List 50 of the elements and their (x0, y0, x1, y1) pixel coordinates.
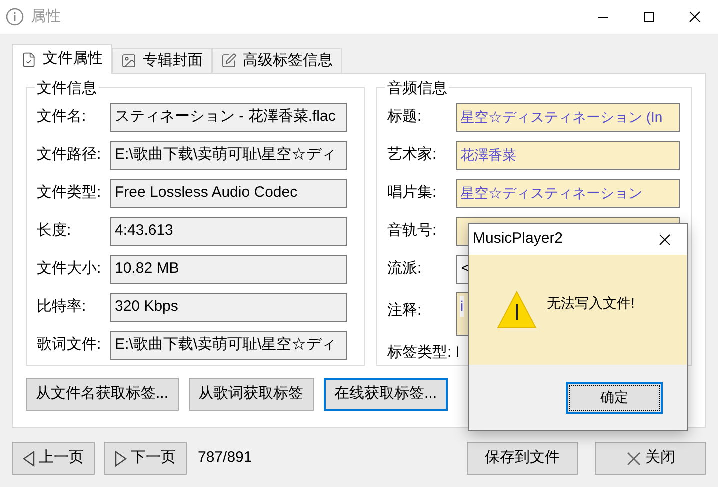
field-label: 唱片集: (386, 182, 438, 203)
read-only-field[interactable]: E:\歌曲下载\卖萌可耻\星空☆ディ (110, 140, 347, 170)
field-label: 文件大小: (36, 258, 102, 279)
action-button[interactable]: 从歌词获取标签 (188, 378, 314, 411)
save-button[interactable]: 保存到文件 (467, 442, 578, 475)
close-icon (626, 450, 642, 466)
tag-type-label: 标签类型: (387, 342, 452, 363)
field-label: 文件名: (36, 106, 88, 127)
tab-icon (21, 52, 37, 68)
tab-icon (221, 53, 237, 69)
ok-button[interactable]: 确定 (566, 382, 663, 414)
read-only-field[interactable]: 320 Kbps (110, 292, 347, 322)
left-triangle-icon (23, 450, 35, 466)
page-counter: 787/891 (198, 448, 252, 468)
read-only-field[interactable]: 10.82 MB (110, 254, 347, 284)
tab[interactable]: 文件属性 (12, 44, 112, 74)
close-dialog-button[interactable]: 关闭 (595, 442, 706, 475)
field-label: 艺术家: (386, 144, 438, 165)
field-label: 注释: (386, 301, 423, 321)
field-label: 流派: (386, 258, 423, 279)
close-icon (659, 234, 671, 246)
field-label: 长度: (36, 220, 72, 241)
dialog-title: MusicPlayer2 (473, 229, 564, 250)
field-label: 文件类型: (36, 182, 102, 203)
field-label: 歌词文件: (36, 334, 102, 355)
field-label: 文件路径: (36, 144, 102, 165)
previous-page-button[interactable]: 上一页 (12, 442, 95, 475)
tab-icon (121, 53, 137, 69)
tag-field[interactable]: 星空☆ディスティネーション (In (456, 102, 680, 132)
close-icon (689, 11, 701, 23)
field-label: 标题: (386, 106, 423, 127)
field-label: 音轨号: (386, 220, 438, 241)
read-only-field[interactable]: E:\歌曲下载\卖萌可耻\星空☆ディ (110, 330, 347, 360)
dialog-message: 无法写入文件! (547, 294, 635, 312)
read-only-field[interactable]: スティネーション - 花澤香菜.flac (110, 102, 347, 132)
action-button[interactable]: 从文件名获取标签... (26, 378, 179, 411)
read-only-field[interactable]: 4:43.613 (110, 216, 347, 246)
window-title: 属性 (31, 6, 61, 27)
tab[interactable]: 高级标签信息 (212, 48, 342, 74)
tag-field[interactable]: 星空☆ディスティネーション (456, 178, 680, 208)
action-button[interactable]: 在线获取标签... (324, 378, 448, 411)
next-page-button[interactable]: 下一页 (104, 442, 187, 475)
field-label: 比特率: (36, 296, 88, 317)
warning-icon (497, 290, 537, 330)
info-icon (6, 8, 24, 26)
read-only-field[interactable]: Free Lossless Audio Codec (110, 178, 347, 208)
tab[interactable]: 专辑封面 (112, 48, 212, 74)
tag-field[interactable]: 花澤香菜 (456, 140, 680, 170)
tag-type-value: I (456, 342, 460, 363)
right-triangle-icon (115, 450, 127, 466)
